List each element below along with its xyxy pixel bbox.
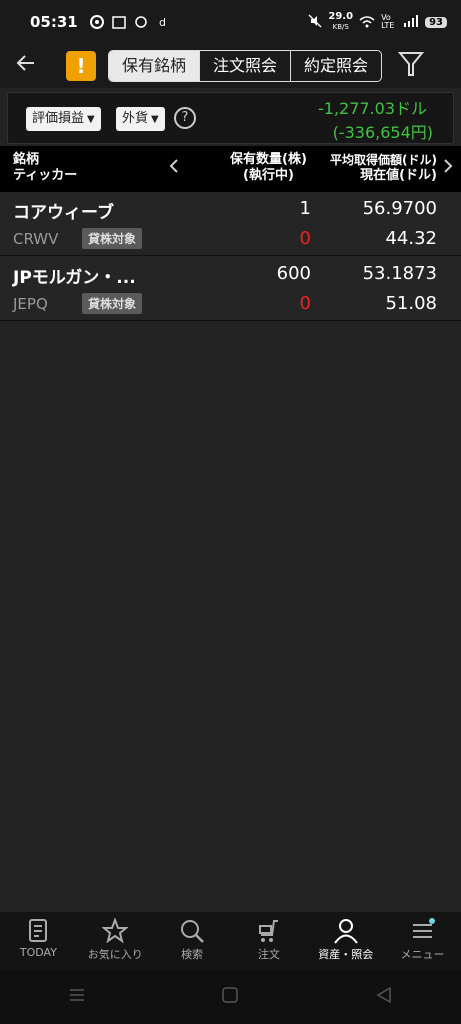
currency-dropdown[interactable]: 外貨 ▼	[116, 107, 165, 131]
tab-favorites[interactable]: お気に入り	[77, 912, 154, 970]
view-segment: 保有銘柄 注文照会 約定照会	[108, 50, 383, 82]
warning-button[interactable]: !	[66, 51, 96, 81]
holding-row[interactable]: コアウィーブ 1 56.9700 CRWV 貸株対象 0 44.32	[0, 192, 461, 256]
pl-yen: (-336,654円)	[332, 123, 433, 142]
avg-price: 53.1873	[362, 263, 437, 284]
holding-row[interactable]: JPモルガン・... 600 53.1873 JEPQ 貸株対象 0 51.08	[0, 257, 461, 321]
svg-text:d: d	[159, 16, 166, 29]
tab-menu[interactable]: メニュー	[384, 912, 461, 970]
pl-type-dropdown[interactable]: 評価損益 ▼	[26, 107, 101, 131]
system-nav-bar	[0, 970, 461, 1024]
recents-button[interactable]	[68, 987, 86, 1008]
ticker: JEPQ	[13, 295, 48, 313]
col-qty-header: 保有数量(株) (執行中)	[230, 152, 307, 183]
chevron-left-icon	[169, 159, 178, 173]
avg-price: 56.9700	[362, 198, 437, 219]
menu-icon	[412, 918, 435, 938]
tab-execution-inquiry[interactable]: 約定照会	[290, 51, 381, 81]
tab-holdings[interactable]: 保有銘柄	[109, 51, 200, 81]
wifi-icon	[359, 14, 375, 31]
ticker: CRWV	[13, 230, 59, 248]
cart-icon	[258, 920, 278, 942]
summary-panel: 評価損益 ▼ 外貨 ▼ ? -1,277.03ドル (-336,654円)	[7, 92, 454, 144]
filter-button[interactable]	[397, 50, 425, 82]
volte-label: Vo LTE	[381, 13, 395, 30]
home-button[interactable]	[221, 986, 239, 1009]
app-notification-icon	[89, 15, 104, 29]
stock-name: JPモルガン・...	[13, 268, 136, 288]
help-icon[interactable]: ?	[174, 107, 196, 129]
back-nav-button[interactable]	[375, 986, 393, 1009]
recents-icon	[69, 988, 84, 1001]
star-icon	[102, 918, 129, 944]
col-name-header: 銘柄 ティッカー	[13, 152, 78, 183]
tab-assets[interactable]: 資産・照会	[307, 912, 384, 970]
scroll-left-button[interactable]	[168, 158, 180, 179]
mute-icon	[308, 14, 322, 31]
arrow-left-icon	[16, 55, 34, 71]
lending-badge: 貸株対象	[82, 293, 143, 314]
holding-qty: 600	[276, 263, 311, 284]
scroll-right-button[interactable]	[442, 158, 454, 179]
holding-qty: 1	[299, 198, 311, 219]
signal-icon	[403, 14, 419, 31]
status-right: 29.0 KB/S Vo LTE 93	[308, 12, 447, 32]
tab-order-inquiry[interactable]: 注文照会	[199, 51, 290, 81]
stock-name: コアウィーブ	[13, 203, 114, 223]
col-price-header: 平均取得価額(ドル) 現在値(ドル)	[330, 153, 437, 183]
chevron-right-icon	[444, 159, 453, 173]
tab-order[interactable]: 注文	[230, 912, 307, 970]
person-icon	[333, 919, 358, 944]
tab-today[interactable]: TODAY	[0, 912, 77, 970]
current-price: 44.32	[385, 228, 437, 249]
back-button[interactable]	[0, 52, 50, 80]
pl-foreign: -1,277.03ドル	[317, 99, 427, 118]
document-icon	[29, 919, 48, 942]
pending-qty: 0	[299, 228, 311, 249]
pending-qty: 0	[299, 293, 311, 314]
status-time: 05:31	[30, 13, 78, 31]
sync-icon	[134, 15, 148, 29]
docomo-icon: d	[156, 15, 170, 29]
nav-bar: ! 保有銘柄 注文照会 約定照会	[0, 44, 461, 88]
caret-down-icon: ▼	[151, 114, 159, 125]
battery-level: 93	[425, 16, 447, 28]
calendar-icon	[112, 15, 126, 29]
search-icon	[181, 920, 204, 943]
caret-down-icon: ▼	[87, 114, 95, 125]
status-bar: 05:31 d 29.0 KB/S Vo LTE 93	[0, 0, 461, 44]
home-icon	[222, 986, 239, 1003]
tab-search[interactable]: 検索	[154, 912, 231, 970]
network-speed: 29.0 KB/S	[328, 11, 354, 32]
table-header: 銘柄 ティッカー 保有数量(株) (執行中) 平均取得価額(ドル) 現在値(ドル…	[0, 146, 461, 192]
current-price: 51.08	[385, 293, 437, 314]
filter-icon	[397, 52, 425, 76]
bottom-tab-bar: TODAY お気に入り 検索 注文 資産・照会 メニュー	[0, 912, 461, 970]
lending-badge: 貸株対象	[82, 228, 143, 249]
triangle-back-icon	[376, 986, 391, 1003]
